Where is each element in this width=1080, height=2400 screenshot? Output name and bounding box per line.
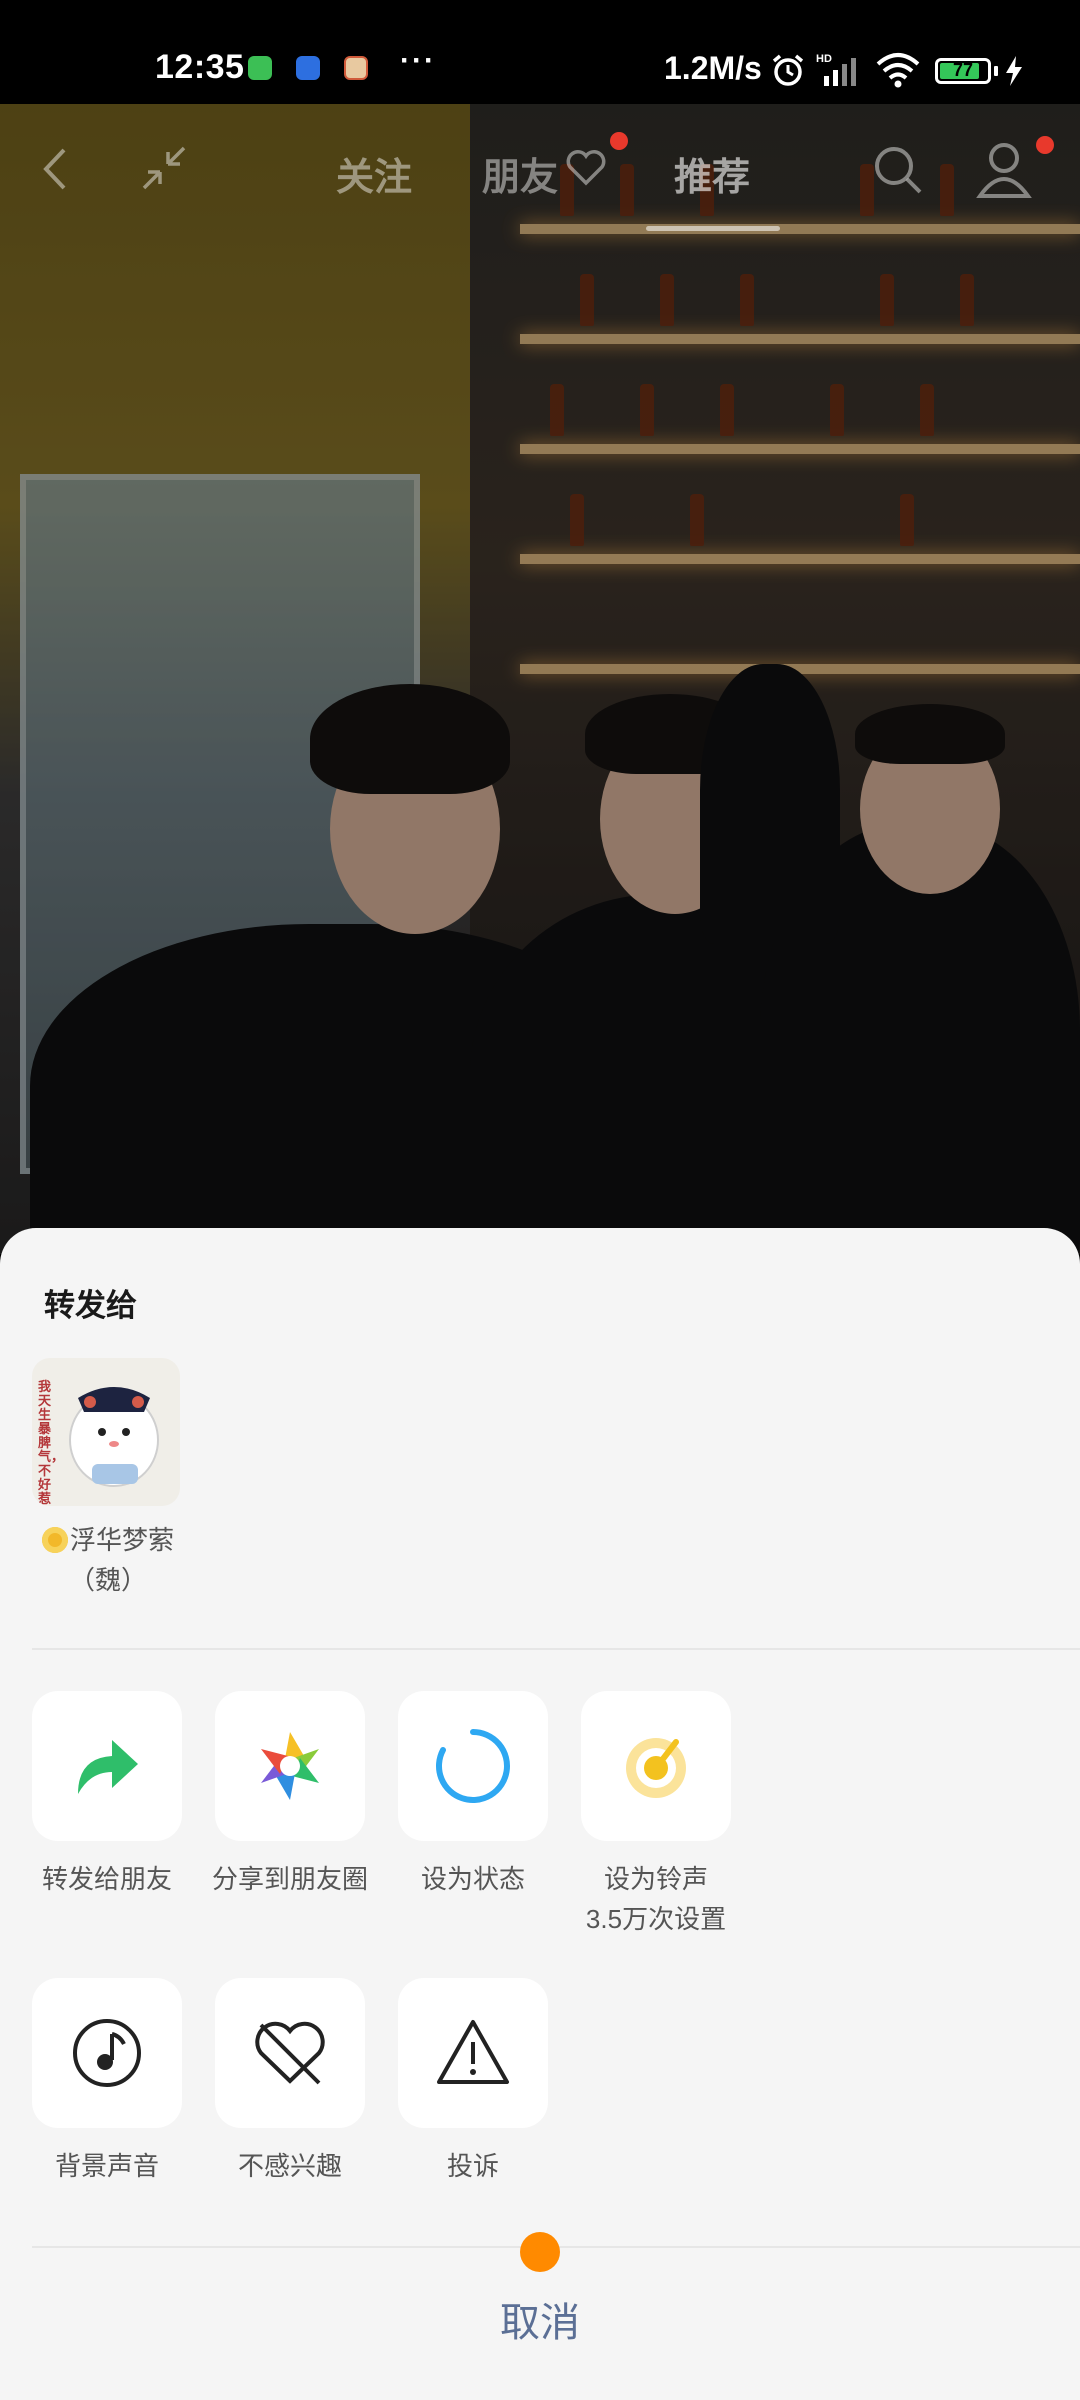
- wifi-icon: [876, 53, 920, 88]
- svg-text:HD: HD: [816, 53, 832, 65]
- background-sound-tile[interactable]: [32, 1978, 182, 2128]
- warning-icon: [437, 2020, 509, 2084]
- forward-tile[interactable]: [32, 1691, 182, 1841]
- share-to-moments-button[interactable]: 分享到朋友圈: [212, 1691, 368, 1899]
- moments-icon: [261, 1732, 319, 1800]
- more-notifications-icon: ···: [400, 44, 436, 77]
- background-sound-button[interactable]: 背景声音: [32, 1978, 182, 2186]
- profile-icon[interactable]: [976, 140, 1032, 200]
- ringtone-count: 3.5万次设置: [585, 1904, 727, 1934]
- forward-to-friend-button[interactable]: 转发给朋友: [32, 1691, 182, 1899]
- sunflower-icon: [41, 1527, 68, 1553]
- tab-following[interactable]: 关注: [336, 146, 412, 201]
- cancel-button[interactable]: 取消: [0, 2290, 1080, 2348]
- network-speed: 1.2M/s: [664, 50, 762, 86]
- battery-icon: 77: [935, 58, 991, 84]
- sheet-title: 转发给: [44, 1288, 137, 1323]
- moments-tile[interactable]: [215, 1691, 365, 1841]
- tab-friends[interactable]: 朋友: [482, 146, 558, 201]
- not-interested-button[interactable]: 不感兴趣: [215, 1978, 365, 2186]
- profile-notification-dot: [1036, 136, 1054, 154]
- wechat-mini-icon: [248, 56, 272, 80]
- action-label: 设为状态: [420, 1864, 525, 1894]
- status-bar: 12:35 ··· 1.2M/s HD 77: [0, 0, 1080, 104]
- active-tab-indicator: [646, 226, 780, 231]
- friends-notification-dot: [610, 132, 628, 150]
- heart-icon: [566, 150, 606, 186]
- hd-signal-icon: HD: [816, 53, 856, 86]
- ringtone-icon: [626, 1738, 686, 1798]
- action-label: 设为铃声 3.5万次设置: [585, 1864, 727, 1934]
- ringtone-tile[interactable]: [581, 1691, 731, 1841]
- contact-name: 浮华梦萦 （魏）: [28, 1520, 188, 1600]
- top-nav: 关注 朋友 推荐: [0, 104, 1080, 234]
- contact-avatar[interactable]: 我天生暴脾气，不好惹: [32, 1358, 180, 1506]
- bird-app-icon: [296, 56, 320, 80]
- action-label: 转发给朋友: [41, 1864, 172, 1894]
- set-as-status-button[interactable]: 设为状态: [398, 1691, 548, 1899]
- divider: [32, 1648, 1080, 1650]
- status-tile[interactable]: [398, 1691, 548, 1841]
- charging-icon: [1006, 56, 1022, 86]
- status-time: 12:35: [155, 48, 245, 86]
- broken-heart-icon: [255, 2021, 325, 2085]
- action-label: 投诉: [446, 2151, 499, 2181]
- battery-tip: [994, 66, 998, 76]
- share-sheet: 转发给 我天生暴脾气，不好惹 浮华梦萦 （魏） 转发给朋友 分享到朋友圈 设为状…: [0, 1228, 1080, 2400]
- video-overlay: [0, 104, 1080, 1254]
- status-ring-icon: [436, 1729, 510, 1803]
- action-label: 背景声音: [54, 2151, 159, 2181]
- video-player[interactable]: [0, 104, 1080, 1254]
- share-arrow-icon: [78, 1740, 138, 1794]
- shrink-icon[interactable]: [138, 142, 190, 194]
- contact-item[interactable]: 我天生暴脾气，不好惹 浮华梦萦 （魏）: [32, 1358, 182, 1600]
- search-icon[interactable]: [870, 142, 926, 198]
- action-label: 分享到朋友圈: [211, 1864, 368, 1894]
- report-button[interactable]: 投诉: [398, 1978, 548, 2186]
- action-label: 不感兴趣: [237, 2151, 342, 2181]
- floating-assist-button[interactable]: [520, 2232, 560, 2272]
- tab-recommended[interactable]: 推荐: [674, 146, 750, 201]
- alarm-icon: [772, 54, 804, 86]
- music-note-icon: [73, 2019, 141, 2087]
- cartoon-app-icon: [344, 56, 368, 80]
- not-interested-tile[interactable]: [215, 1978, 365, 2128]
- avatar-caption: 我天生暴脾气，不好惹: [38, 1379, 65, 1506]
- set-as-ringtone-button[interactable]: 设为铃声 3.5万次设置: [581, 1691, 731, 1939]
- back-icon[interactable]: [36, 144, 76, 194]
- report-tile[interactable]: [398, 1978, 548, 2128]
